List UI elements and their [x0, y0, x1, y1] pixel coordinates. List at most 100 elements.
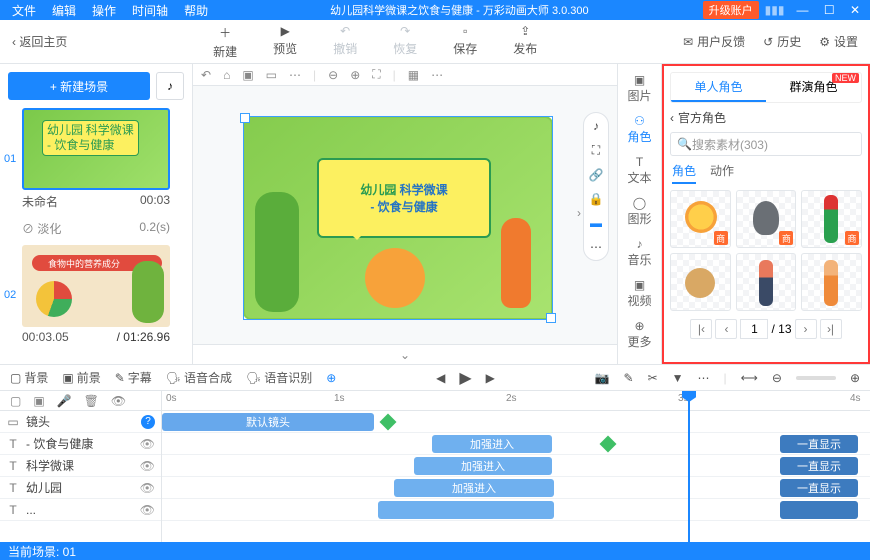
menu-timeline[interactable]: 时间轴	[124, 2, 176, 19]
breadcrumb[interactable]: ‹官方角色	[670, 109, 862, 126]
settings-button[interactable]: ⚙设置	[819, 33, 858, 50]
tab-single-role[interactable]: 单人角色	[671, 73, 766, 102]
track-head-text1[interactable]: T- 饮食与健康👁	[0, 433, 161, 455]
track-head-text3[interactable]: T幼儿园👁	[0, 477, 161, 499]
fullscreen-icon[interactable]: ⛶	[592, 143, 600, 158]
eye-icon[interactable]: 👁	[140, 481, 155, 495]
more-icon[interactable]: ⋯	[431, 68, 443, 82]
next-frame-button[interactable]: ▶	[486, 371, 495, 385]
tab-music[interactable]: ♪音乐	[618, 234, 661, 271]
eye-icon[interactable]: 👁	[140, 437, 155, 451]
minimize-button[interactable]: —	[790, 3, 814, 17]
track-camera[interactable]: 默认镜头	[162, 411, 870, 433]
zoom-slider[interactable]	[796, 376, 836, 380]
new-scene-button[interactable]: + 新建场景	[8, 72, 150, 100]
history-button[interactable]: ↺历史	[763, 33, 801, 50]
asset-card[interactable]	[670, 253, 731, 311]
timeline-tracks[interactable]: 0s 1s 2s 3s 4s 默认镜头 加强进入 一直显示 加强进入 一直显示 …	[162, 391, 870, 542]
rect-icon[interactable]: ▭	[266, 68, 277, 82]
preview-button[interactable]: ▶预览	[273, 24, 297, 60]
camera-icon[interactable]: 📷	[595, 371, 610, 385]
menu-help[interactable]: 帮助	[176, 2, 216, 19]
scene-thumbnail[interactable]: 幼儿园 科学微课- 饮食与健康	[22, 108, 170, 190]
zoom-in-icon[interactable]: ⊕	[850, 371, 860, 385]
undo-button[interactable]: ↶撤销	[333, 24, 357, 60]
menu-file[interactable]: 文件	[4, 2, 44, 19]
canvas[interactable]: 幼儿园 科学微课 - 饮食与健康 ♪ ⛶ 🔗 🔒 ▬ ⋯ ›	[193, 86, 617, 344]
camera-clip[interactable]: 默认镜头	[162, 413, 374, 431]
title-speech-bubble[interactable]: 幼儿园 科学微课 - 饮食与健康	[317, 158, 491, 238]
fg-button[interactable]: ▣ 前景	[62, 369, 100, 386]
save-button[interactable]: ▫保存	[453, 24, 477, 60]
play-button[interactable]: ▶	[459, 368, 471, 388]
grid-icon[interactable]: ▦	[408, 68, 419, 82]
asset-card[interactable]: 商	[670, 190, 731, 248]
asset-card[interactable]	[801, 253, 862, 311]
tab-group-role[interactable]: 群演角色NEW	[766, 73, 861, 102]
more-icon[interactable]: ⋯	[289, 68, 301, 82]
cut-icon[interactable]: ✂	[648, 371, 658, 385]
add-track-icon[interactable]: ▢	[10, 394, 21, 408]
tab-shape[interactable]: ◯图形	[618, 193, 661, 230]
eye-icon[interactable]: 👁	[140, 459, 155, 473]
link-icon[interactable]: 🔗	[589, 168, 604, 182]
scene-music-button[interactable]: ♪	[156, 72, 184, 100]
orange-graphic[interactable]	[365, 248, 425, 308]
upgrade-button[interactable]: 升级账户	[703, 1, 759, 19]
help-icon[interactable]: ?	[141, 415, 155, 429]
always-clip[interactable]	[780, 501, 858, 519]
expand-icon[interactable]: ›	[577, 206, 581, 220]
chevron-down-icon[interactable]: ⌄	[400, 348, 410, 362]
redo-button[interactable]: ↷恢复	[393, 24, 417, 60]
close-button[interactable]: ✕	[844, 3, 866, 17]
menu-edit[interactable]: 编辑	[44, 2, 84, 19]
keyframe[interactable]	[600, 436, 617, 453]
lock-icon[interactable]: 🔒	[589, 192, 604, 206]
always-clip[interactable]: 一直显示	[780, 435, 858, 453]
artboard[interactable]: 幼儿园 科学微课 - 饮食与健康	[243, 116, 553, 320]
carrot-graphic[interactable]	[501, 218, 531, 308]
enter-clip[interactable]: 加强进入	[414, 457, 552, 475]
asset-card[interactable]: 商	[801, 190, 862, 248]
fit-icon[interactable]: ⛶	[372, 67, 380, 82]
eye-icon[interactable]: 👁	[111, 394, 126, 408]
playhead[interactable]	[688, 391, 690, 542]
tts-button[interactable]: 🗣 语音合成	[166, 369, 232, 386]
scene-thumbnail[interactable]: 食物中的营养成分	[22, 245, 170, 327]
filter-icon[interactable]: ▼	[672, 371, 684, 385]
maximize-button[interactable]: ☐	[818, 3, 841, 17]
back-home-button[interactable]: ‹ 返回主页	[12, 33, 67, 50]
cucumber-graphic[interactable]	[255, 192, 299, 312]
new-button[interactable]: ＋新建	[213, 24, 237, 60]
keyframe[interactable]	[380, 414, 397, 431]
more-icon[interactable]: ⋯	[698, 371, 710, 385]
delete-icon[interactable]: 🗑	[84, 394, 99, 408]
edit-icon[interactable]: ✎	[624, 371, 634, 385]
page-prev-button[interactable]: ‹	[715, 319, 737, 339]
tab-role[interactable]: ⚇角色	[618, 111, 661, 148]
scene-item-2[interactable]: 02 食物中的营养成分 00:03.05/ 01:26.96	[8, 245, 184, 344]
eye-icon[interactable]: 👁	[140, 503, 155, 517]
tab-text[interactable]: T文本	[618, 152, 661, 189]
asset-card[interactable]: 商	[736, 190, 797, 248]
subtitle-button[interactable]: ✎ 字幕	[115, 369, 152, 386]
time-ruler[interactable]: 0s 1s 2s 3s 4s	[162, 391, 870, 411]
zoom-out-icon[interactable]: ⊖	[772, 371, 782, 385]
tab-more[interactable]: ⊕更多	[618, 316, 661, 353]
menu-action[interactable]: 操作	[84, 2, 124, 19]
track-extra[interactable]	[162, 499, 870, 521]
always-clip[interactable]: 一直显示	[780, 457, 858, 475]
page-next-button[interactable]: ›	[795, 319, 817, 339]
track-head-camera[interactable]: ▭镜头?	[0, 411, 161, 433]
more-icon[interactable]: ⋯	[590, 240, 602, 254]
bg-button[interactable]: ▢ 背景	[10, 369, 48, 386]
subtab-role[interactable]: 角色	[672, 162, 696, 184]
music-icon[interactable]: ♪	[593, 119, 599, 133]
always-clip[interactable]: 一直显示	[780, 479, 858, 497]
asr-button[interactable]: 🗣 语音识别	[246, 369, 312, 386]
track-head-text2[interactable]: T科学微课👁	[0, 455, 161, 477]
track-head-extra[interactable]: T...👁	[0, 499, 161, 521]
page-first-button[interactable]: |‹	[690, 319, 712, 339]
track-text1[interactable]: 加强进入 一直显示	[162, 433, 870, 455]
track-text2[interactable]: 加强进入 一直显示	[162, 455, 870, 477]
